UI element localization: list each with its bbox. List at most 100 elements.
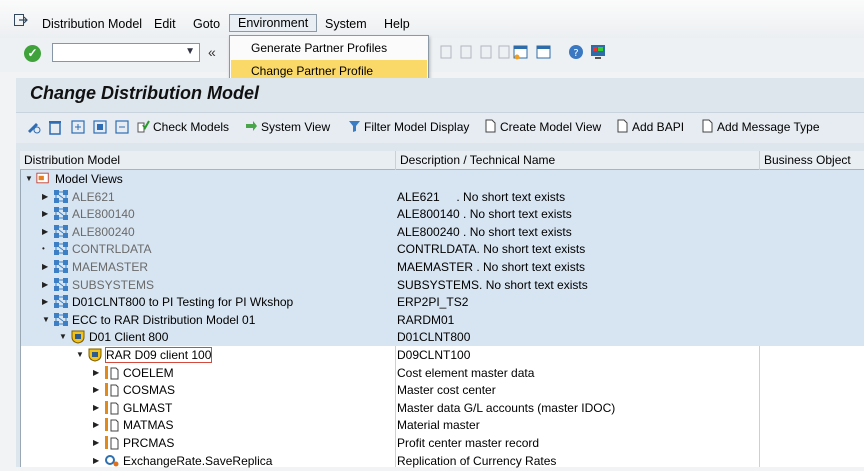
model-view-icon bbox=[53, 189, 69, 204]
add-bapi-button[interactable]: Add BAPI bbox=[616, 119, 684, 135]
help-icon[interactable]: ? bbox=[568, 43, 584, 61]
tree-row[interactable]: ▶ ALE800240 ALE800240 . No short text exis… bbox=[21, 222, 864, 241]
column-distribution-model[interactable]: Distribution Model bbox=[24, 153, 120, 167]
menu-environment[interactable]: Environment bbox=[229, 14, 318, 32]
tree-node-description: Profit center master record bbox=[397, 436, 540, 450]
tree-node-description: Master cost center bbox=[397, 383, 496, 398]
create-model-view-button[interactable]: Create Model View bbox=[484, 119, 601, 135]
display-change-icon[interactable] bbox=[26, 119, 42, 135]
tree-node-description: SUBSYSTEMS. No short text exists bbox=[397, 277, 588, 292]
tree-node-name[interactable]: COELEM bbox=[123, 366, 174, 380]
message-type-icon bbox=[104, 365, 120, 380]
collapsed-node-icon[interactable]: ▶ bbox=[93, 385, 99, 394]
tree-node-name[interactable]: CONTRLDATA bbox=[72, 242, 152, 256]
tree-node-name[interactable]: Model Views bbox=[55, 172, 123, 186]
menu-system[interactable]: System bbox=[325, 17, 367, 31]
tree-row[interactable]: ▶ SUBSYSTEMS SUBSYSTEMS. No short text exi… bbox=[21, 275, 864, 294]
collapsed-node-icon[interactable]: ▶ bbox=[42, 209, 48, 218]
column-business-object[interactable]: Business Object bbox=[764, 153, 851, 167]
delete-icon[interactable] bbox=[47, 119, 63, 135]
collapsed-node-icon[interactable]: ▶ bbox=[42, 192, 48, 201]
enter-button[interactable]: ✓ bbox=[24, 45, 41, 62]
add-message-type-label: Add Message Type bbox=[717, 120, 820, 134]
tree-row[interactable]: ▶ COELEM Cost element master data bbox=[21, 364, 864, 382]
tree-node-name[interactable]: MAEMASTER bbox=[72, 260, 148, 274]
tree-row[interactable]: ▶ MATMAS Material master bbox=[21, 416, 864, 434]
expanded-node-icon[interactable]: ▼ bbox=[25, 174, 33, 183]
system-view-label: System View bbox=[261, 120, 331, 134]
tree-node-description: ALE800140 . No short text exists bbox=[397, 207, 572, 222]
last-page-icon[interactable] bbox=[496, 43, 512, 61]
tree-node-name[interactable]: GLMAST bbox=[123, 401, 172, 415]
next-page-icon[interactable] bbox=[478, 43, 494, 61]
tree-node-name[interactable]: PRCMAS bbox=[123, 436, 174, 450]
tree-row[interactable]: ▶ ALE800140 ALE800140 . No short text exis… bbox=[21, 205, 864, 223]
model-view-icon bbox=[53, 206, 69, 221]
system-view-button[interactable]: System View bbox=[245, 119, 330, 135]
menu-edit[interactable]: Edit bbox=[154, 17, 176, 31]
tree-node-description: RARDM01 bbox=[397, 312, 455, 327]
tree-node-name[interactable]: ECC to RAR Distribution Model 01 bbox=[72, 313, 255, 327]
previous-page-icon[interactable] bbox=[458, 43, 474, 61]
column-description[interactable]: Description / Technical Name bbox=[400, 153, 555, 167]
expanded-node-icon[interactable]: ▼ bbox=[59, 332, 67, 341]
expand-all-icon[interactable] bbox=[70, 119, 86, 135]
expanded-node-icon[interactable]: ▼ bbox=[76, 350, 84, 359]
check-models-button[interactable]: Check Models bbox=[137, 119, 229, 135]
collapse-all-icon[interactable] bbox=[92, 119, 108, 135]
tree-row[interactable]: ▶ PRCMAS Profit center master record bbox=[21, 434, 864, 452]
exit-icon[interactable] bbox=[14, 14, 28, 26]
tree-node-name[interactable]: D01 Client 800 bbox=[89, 330, 168, 344]
customize-layout-icon[interactable] bbox=[590, 43, 606, 61]
tree-row[interactable]: ▶ D01CLNT800 to PI Testing for PI Wkshop E… bbox=[21, 293, 864, 311]
tree-row[interactable]: • CONTRLDATA CONTRLDATA. No short text exi… bbox=[21, 240, 864, 258]
check-icon bbox=[137, 120, 150, 133]
tree-node-description: Cost element master data bbox=[397, 365, 535, 380]
tree-node-name[interactable]: COSMAS bbox=[123, 383, 175, 397]
first-page-icon[interactable] bbox=[438, 43, 454, 61]
subtree-icon[interactable] bbox=[114, 119, 130, 135]
tree-row[interactable]: ▼ ECC to RAR Distribution Model 01 RARDM01 bbox=[21, 310, 864, 329]
menu-help[interactable]: Help bbox=[384, 17, 410, 31]
tree-row[interactable]: ▶ COSMAS Master cost center bbox=[21, 381, 864, 399]
tree-node-name[interactable]: MATMAS bbox=[123, 418, 173, 432]
tree-node-name[interactable]: ALE621 bbox=[72, 190, 115, 204]
leaf-node-icon[interactable]: • bbox=[42, 244, 45, 253]
tree-node-name[interactable]: SUBSYSTEMS bbox=[72, 278, 154, 292]
expanded-node-icon[interactable]: ▼ bbox=[42, 315, 50, 324]
svg-text:?: ? bbox=[573, 48, 578, 59]
collapsed-node-icon[interactable]: ▶ bbox=[42, 262, 48, 271]
collapsed-node-icon[interactable]: ▶ bbox=[42, 280, 48, 289]
collapsed-node-icon[interactable]: ▶ bbox=[42, 297, 48, 306]
document-icon bbox=[617, 119, 628, 133]
add-message-type-button[interactable]: Add Message Type bbox=[701, 119, 820, 135]
tree-node-name[interactable]: RAR D09 client 100 bbox=[104, 347, 213, 363]
tree-node-name[interactable]: ExchangeRate.SaveReplica bbox=[123, 454, 272, 468]
collapsed-node-icon[interactable]: ▶ bbox=[93, 438, 99, 447]
command-field[interactable]: ▼ bbox=[52, 43, 200, 62]
tree-row[interactable]: ▼ RAR D09 client 100 D09CLNT100 bbox=[21, 346, 864, 364]
filter-model-display-button[interactable]: Filter Model Display bbox=[348, 119, 469, 135]
chevron-down-icon[interactable]: ▼ bbox=[185, 46, 195, 57]
tree-row[interactable]: ▶ GLMAST Master data G/L accounts (master … bbox=[21, 399, 864, 417]
tree-node-name[interactable]: ALE800240 bbox=[72, 225, 135, 239]
collapsed-node-icon[interactable]: ▶ bbox=[42, 227, 48, 236]
tree-node-description: Material master bbox=[397, 418, 480, 433]
tree-row[interactable]: ▶ ALE621 ALE621 . No short text exists bbox=[21, 187, 864, 206]
add-bapi-label: Add BAPI bbox=[632, 120, 685, 134]
collapsed-node-icon[interactable]: ▶ bbox=[93, 420, 99, 429]
collapsed-node-icon[interactable]: ▶ bbox=[93, 456, 99, 465]
tree-row[interactable]: ▼ Model Views bbox=[21, 170, 864, 188]
collapse-icon[interactable]: « bbox=[208, 44, 216, 60]
collapsed-node-icon[interactable]: ▶ bbox=[93, 368, 99, 377]
tree-row[interactable]: ▶ MAEMASTER MAEMASTER . No short text exis… bbox=[21, 258, 864, 276]
menu-item-generate-partner-profiles[interactable]: Generate Partner Profiles bbox=[231, 37, 427, 59]
menu-distribution-model[interactable]: Distribution Model bbox=[42, 17, 142, 31]
tree-row[interactable]: ▼ D01 Client 800 D01CLNT800 bbox=[21, 328, 864, 346]
shortcut-icon[interactable] bbox=[536, 43, 552, 61]
new-session-icon[interactable] bbox=[513, 43, 529, 61]
menu-goto[interactable]: Goto bbox=[193, 17, 220, 31]
collapsed-node-icon[interactable]: ▶ bbox=[93, 403, 99, 412]
tree-node-name[interactable]: D01CLNT800 to PI Testing for PI Wkshop bbox=[72, 295, 293, 309]
tree-node-name[interactable]: ALE800140 bbox=[72, 207, 135, 221]
